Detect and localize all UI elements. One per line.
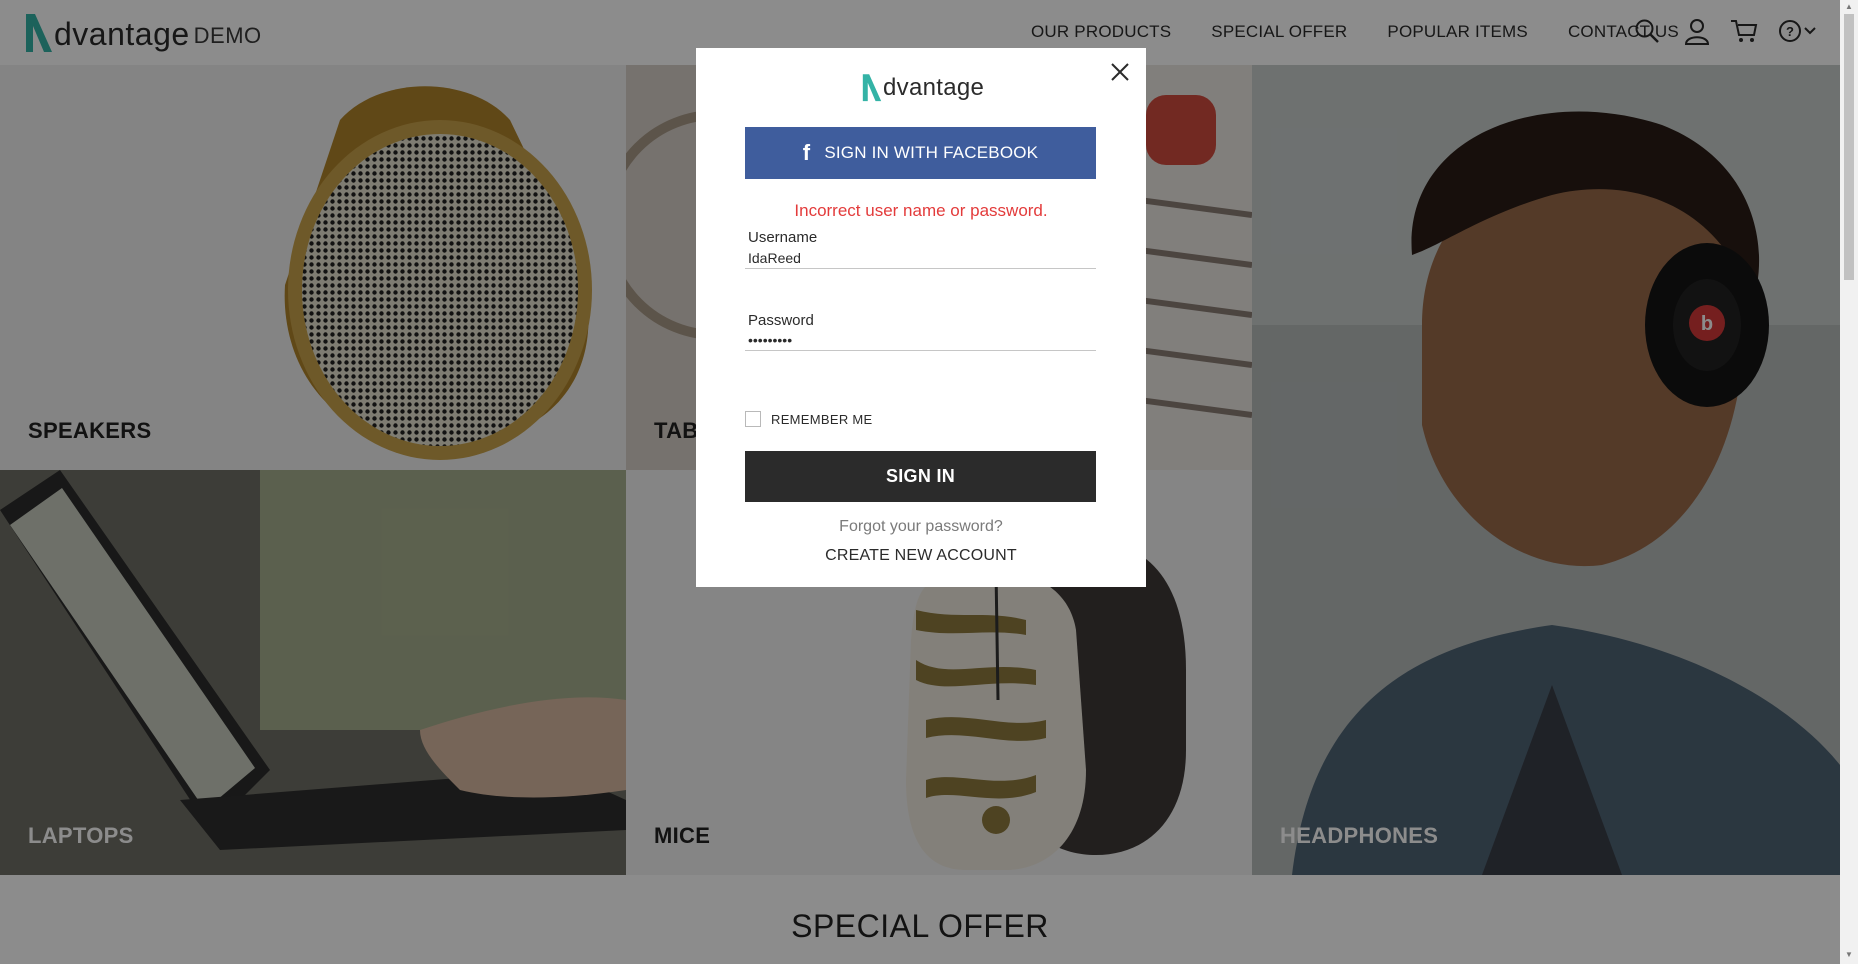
login-modal: dvantage f SIGN IN WITH FACEBOOK Incorre…: [696, 48, 1146, 587]
username-field[interactable]: Username: [745, 229, 1096, 269]
remember-me-checkbox[interactable]: [745, 411, 761, 427]
username-label: Username: [748, 229, 818, 246]
logo-mark-icon: [862, 74, 882, 102]
password-label: Password: [748, 312, 814, 329]
username-input[interactable]: [748, 249, 1088, 267]
page-scrollbar[interactable]: ▲ ▼: [1840, 0, 1858, 964]
scrollbar-thumb[interactable]: [1844, 14, 1854, 280]
password-field[interactable]: Password •••••••••: [745, 312, 1096, 351]
facebook-signin-label: SIGN IN WITH FACEBOOK: [824, 143, 1039, 162]
forgot-password-link[interactable]: Forgot your password?: [696, 518, 1146, 536]
modal-logo: dvantage: [860, 70, 984, 104]
close-icon[interactable]: [1108, 60, 1132, 84]
password-input[interactable]: •••••••••: [748, 332, 1088, 350]
facebook-icon: f: [802, 140, 811, 165]
scroll-up-arrow-icon[interactable]: ▲: [1844, 2, 1854, 12]
create-account-link[interactable]: CREATE NEW ACCOUNT: [696, 547, 1146, 565]
remember-me[interactable]: REMEMBER ME: [745, 411, 873, 427]
login-error-message: Incorrect user name or password.: [794, 201, 1048, 220]
facebook-signin-button[interactable]: f SIGN IN WITH FACEBOOK: [745, 127, 1096, 179]
remember-me-label: REMEMBER ME: [771, 411, 873, 427]
scroll-down-arrow-icon[interactable]: ▼: [1844, 950, 1854, 960]
sign-in-button[interactable]: SIGN IN: [745, 451, 1096, 502]
modal-logo-word: dvantage: [883, 74, 985, 101]
